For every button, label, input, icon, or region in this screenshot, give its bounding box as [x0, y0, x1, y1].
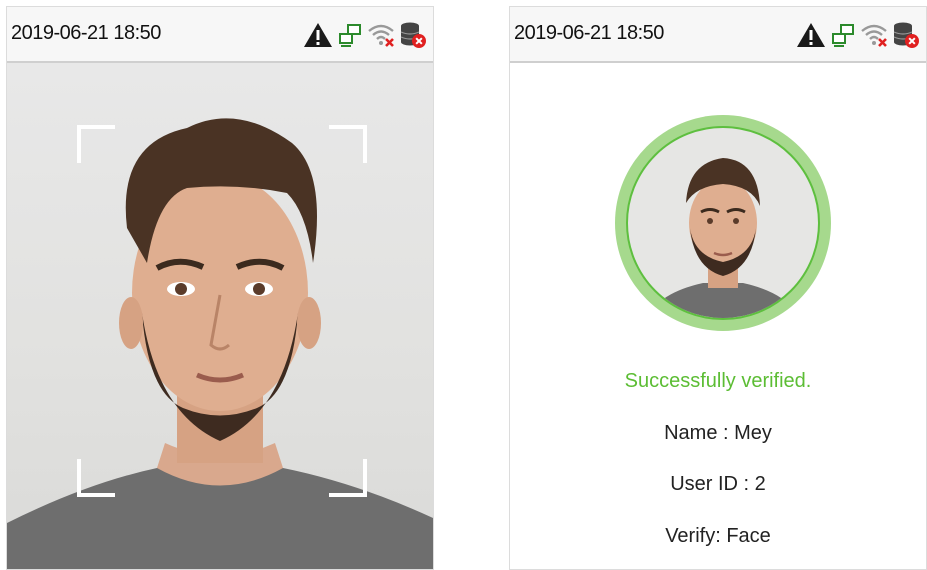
network-icon [339, 24, 361, 47]
user-avatar-photo [648, 158, 798, 318]
face-frame-corner-top-right [329, 125, 367, 163]
face-frame-corner-bottom-left [77, 459, 115, 497]
face-frame-corner-bottom-right [329, 459, 367, 497]
status-bar: 2019-06-21 18:50 [7, 7, 433, 63]
face-frame-corner-top-left [77, 125, 115, 163]
status-bar: 2019-06-21 18:50 [510, 7, 926, 63]
verification-success-message: Successfully verified. [624, 370, 812, 392]
database-error-icon [400, 22, 426, 48]
camera-preview [7, 63, 433, 569]
user-id: User ID : 2 [670, 473, 766, 495]
user-name: Name : Mey [664, 422, 772, 444]
face-capture-screen: 2019-06-21 18:50 [6, 6, 434, 570]
wifi-disconnected-icon [861, 24, 887, 47]
database-error-icon [893, 22, 919, 48]
person-photo [7, 118, 433, 569]
warning-icon [797, 23, 825, 47]
status-icons [796, 20, 920, 50]
verify-method: Verify: Face [665, 525, 771, 547]
status-icons [303, 20, 427, 50]
verification-result-screen: 2019-06-21 18:50 Successfully verified. … [509, 6, 927, 570]
avatar [626, 126, 820, 320]
warning-icon [304, 23, 332, 47]
datetime: 2019-06-21 18:50 [514, 22, 664, 44]
datetime: 2019-06-21 18:50 [11, 22, 161, 44]
wifi-disconnected-icon [368, 24, 394, 47]
verified-avatar-ring [615, 115, 831, 331]
network-icon [832, 24, 854, 47]
